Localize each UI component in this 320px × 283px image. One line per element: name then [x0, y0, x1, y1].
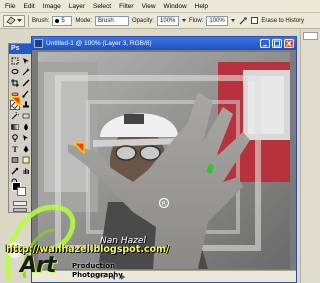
watermark-photography: Photography [72, 271, 123, 279]
magic-wand-icon [22, 68, 30, 76]
maximize-icon [274, 40, 280, 47]
tool-preset-picker[interactable] [3, 14, 25, 27]
brush-icon [22, 90, 29, 98]
menu-edit[interactable]: Edit [23, 3, 34, 10]
history-brush-tool[interactable] [10, 111, 20, 121]
menu-window[interactable]: Window [164, 3, 187, 10]
move-tool[interactable] [21, 56, 31, 66]
crop-tool[interactable] [10, 78, 20, 88]
photoshop-doc-icon [34, 39, 43, 48]
opacity-field[interactable]: 100% [157, 15, 180, 26]
mode-value: Brush [98, 17, 114, 24]
flow-slider-arrow-icon[interactable] [231, 18, 236, 23]
flow-label: Flow: [189, 17, 204, 24]
lasso-icon [11, 69, 19, 74]
watermark-production: Production [72, 262, 116, 270]
stamp-icon [23, 101, 29, 108]
spacer-tool [21, 177, 31, 187]
close-icon [286, 40, 292, 47]
menu-view[interactable]: View [142, 3, 156, 10]
rectangle-icon [11, 157, 19, 163]
eraser-icon [6, 16, 16, 25]
mode-select[interactable]: Brush [95, 15, 130, 26]
brush-tip-icon [55, 18, 60, 23]
menu-image[interactable]: Image [43, 3, 61, 10]
palette-well-tab[interactable] [303, 32, 318, 40]
eraser-alt-tool[interactable] [21, 111, 31, 121]
toolbox-title: Ps [9, 44, 31, 54]
minimize-icon [263, 45, 267, 47]
palette-dock [300, 30, 320, 283]
type-tool[interactable]: T [10, 144, 20, 154]
menu-layer[interactable]: Layer [69, 3, 85, 10]
menu-select[interactable]: Select [93, 3, 111, 10]
options-bar: Brush: 5 Mode: Brush Opacity: 100% Flow:… [0, 13, 320, 29]
document-title-bar[interactable]: Untitled-1 @ 100% (Layer 3, RGB/8) [32, 37, 296, 50]
hand-tool[interactable] [21, 166, 31, 176]
marquee-tool[interactable] [10, 56, 20, 66]
opacity-value: 100% [160, 17, 176, 24]
path-select-tool[interactable] [21, 133, 31, 143]
magic-wand-tool[interactable] [21, 67, 31, 77]
pen-icon [23, 145, 29, 153]
history-brush-icon [11, 112, 19, 120]
droplet-icon [24, 123, 28, 131]
dodge-icon [12, 134, 18, 142]
marquee-icon [11, 57, 19, 65]
chevron-down-icon [17, 18, 22, 22]
erase-to-history-label: Erase to History [261, 17, 305, 24]
erase-to-history-checkbox[interactable] [251, 17, 259, 24]
gradient-icon [11, 124, 19, 130]
gradient-tool[interactable] [10, 122, 20, 132]
menu-filter[interactable]: Filter [119, 3, 133, 10]
flow-field[interactable]: 100% [206, 15, 229, 26]
slice-tool[interactable] [21, 78, 31, 88]
brush-label: Brush: [32, 17, 50, 24]
document-title: Untitled-1 @ 100% (Layer 3, RGB/8) [46, 40, 152, 47]
notes-tool[interactable] [21, 155, 31, 165]
toolbox-panel: Ps T [8, 43, 32, 213]
dodge-tool[interactable] [10, 133, 20, 143]
brush-size-value: 5 [61, 17, 65, 24]
blur-tool[interactable] [21, 122, 31, 132]
menu-help[interactable]: Help [195, 3, 208, 10]
slice-icon [22, 79, 30, 87]
hand-icon [23, 168, 29, 174]
watermark-art-logo: Art [20, 253, 56, 278]
close-button[interactable] [284, 39, 294, 48]
crop-icon [11, 79, 19, 87]
annotation-arrow-eraser [9, 96, 21, 108]
maximize-button[interactable] [272, 39, 282, 48]
pen-tool[interactable] [21, 144, 31, 154]
eyedropper-icon [11, 167, 19, 175]
opacity-label: Opacity: [132, 17, 155, 24]
type-icon: T [12, 144, 18, 154]
flow-value: 100% [209, 17, 225, 24]
minimize-button[interactable] [260, 39, 270, 48]
move-icon [23, 58, 29, 64]
menu-bar: File Edit Image Layer Select Filter View… [0, 0, 320, 13]
lasso-tool[interactable] [10, 67, 20, 77]
mode-label: Mode: [75, 17, 93, 24]
shape-tool[interactable] [10, 155, 20, 165]
notes-icon [22, 156, 30, 164]
brush-picker[interactable]: 5 [52, 15, 73, 26]
menu-file[interactable]: File [5, 3, 15, 10]
background-eraser-icon [22, 113, 30, 119]
eyedropper-tool[interactable] [10, 166, 20, 176]
opacity-slider-arrow-icon[interactable] [182, 18, 187, 23]
separator [28, 14, 29, 27]
airbrush-icon[interactable] [238, 16, 248, 26]
path-select-icon [23, 135, 28, 141]
